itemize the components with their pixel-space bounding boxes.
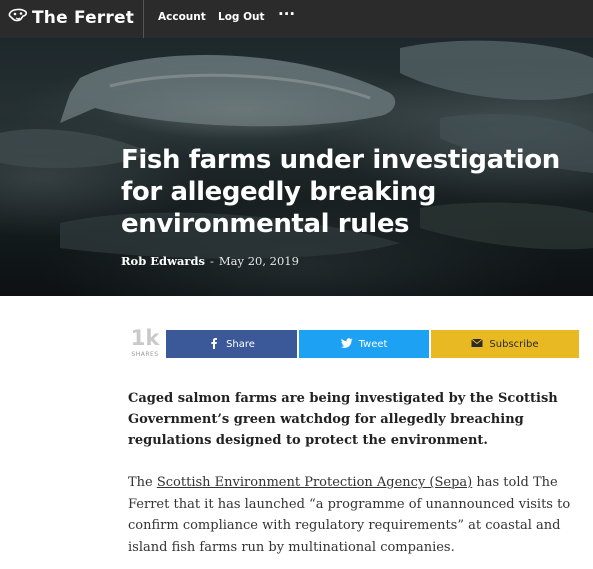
article-paragraph: The Scottish Environment Protection Agen… bbox=[128, 472, 573, 558]
tweet-button-label: Tweet bbox=[358, 338, 388, 350]
share-count: 1k SHARES bbox=[128, 327, 162, 358]
facebook-share-button[interactable]: Share bbox=[166, 330, 297, 358]
hero-banner: Fish farms under investigation for alleg… bbox=[0, 38, 593, 296]
more-menu-button[interactable]: ··· bbox=[278, 5, 295, 23]
subscribe-button[interactable]: Subscribe bbox=[431, 330, 579, 358]
logout-link[interactable]: Log Out bbox=[218, 11, 265, 23]
article-lede: Caged salmon farms are being investigate… bbox=[128, 391, 558, 448]
facebook-icon bbox=[208, 337, 220, 352]
twitter-icon bbox=[340, 337, 353, 352]
tweet-button[interactable]: Tweet bbox=[299, 330, 429, 358]
sepa-link[interactable]: Scottish Environment Protection Agency (… bbox=[157, 475, 472, 490]
share-count-number: 1k bbox=[130, 326, 160, 350]
byline: Rob Edwards - May 20, 2019 bbox=[121, 254, 299, 268]
author-link[interactable]: Rob Edwards bbox=[121, 254, 205, 268]
subscribe-button-label: Subscribe bbox=[489, 338, 539, 350]
account-link[interactable]: Account bbox=[158, 11, 206, 23]
ferret-logo-icon bbox=[8, 7, 28, 29]
publish-date: May 20, 2019 bbox=[218, 254, 299, 268]
logo-text: The Ferret bbox=[32, 8, 135, 28]
paragraph-prefix: The bbox=[128, 475, 157, 490]
share-button-label: Share bbox=[226, 338, 255, 350]
nav-divider bbox=[143, 0, 144, 38]
site-logo[interactable]: The Ferret bbox=[8, 7, 134, 29]
share-count-label: SHARES bbox=[131, 351, 159, 358]
envelope-icon bbox=[471, 337, 484, 352]
byline-separator: - bbox=[210, 254, 214, 268]
top-nav: The Ferret Account Log Out ··· bbox=[0, 0, 593, 38]
article-headline: Fish farms under investigation for alleg… bbox=[121, 145, 560, 239]
